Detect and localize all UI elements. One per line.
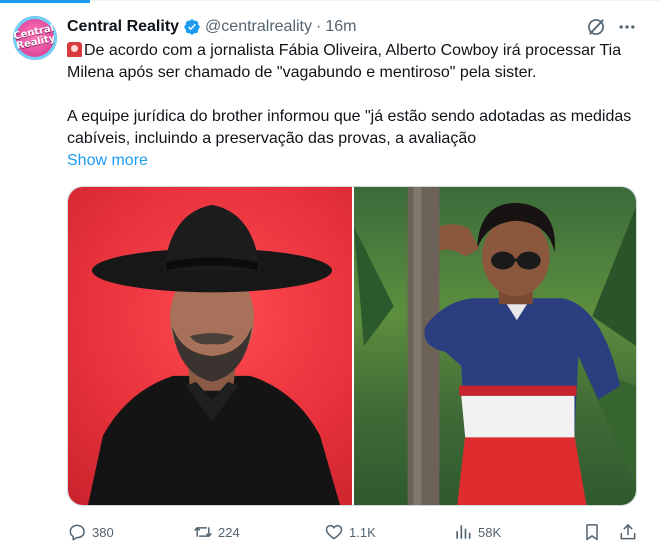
timestamp[interactable]: 16m (325, 18, 356, 36)
repost-icon (194, 527, 212, 537)
repost-button[interactable]: 224 (193, 519, 240, 545)
views-button[interactable]: 58K (453, 519, 501, 545)
views-count: 58K (478, 524, 502, 540)
reply-count: 380 (92, 524, 114, 540)
avatar[interactable]: Central Reality (13, 16, 57, 60)
verified-badge-icon[interactable] (183, 18, 201, 36)
display-name[interactable]: Central Reality (67, 18, 179, 36)
repost-count: 224 (218, 524, 240, 540)
tweet-header: Central Reality @centralreality · 16m (67, 16, 356, 38)
grok-icon[interactable] (586, 17, 606, 37)
more-options-icon[interactable] (616, 17, 638, 37)
bookmark-icon (586, 524, 598, 541)
photo-woman-illustration (354, 187, 636, 505)
like-button[interactable]: 1.1K (324, 519, 376, 545)
photo-man-illustration (88, 204, 340, 505)
reply-icon (69, 524, 85, 541)
reply-button[interactable]: 380 (67, 519, 114, 545)
share-icon (620, 524, 636, 540)
heart-icon (325, 524, 343, 540)
avatar-logo: Central Reality (13, 22, 57, 52)
share-button[interactable] (618, 519, 643, 545)
photo-woman-sunglasses[interactable] (354, 187, 636, 505)
show-more-link[interactable]: Show more (67, 152, 148, 170)
tweet-actions: 380 224 1.1K 58K (67, 519, 642, 545)
views-chart-icon (456, 525, 471, 539)
separator-dot: · (316, 18, 322, 35)
rotating-light-icon (67, 42, 82, 57)
bookmark-button[interactable] (582, 519, 607, 545)
top-divider (0, 0, 660, 1)
handle[interactable]: @centralreality (205, 18, 312, 36)
like-count: 1.1K (349, 524, 376, 540)
photo-man-cowboy-hat[interactable] (68, 187, 352, 505)
tweet-text-paragraph-2: A equipe jurídica do brother informou qu… (67, 108, 632, 147)
top-accent-bar (0, 0, 90, 3)
tweet-text-1: De acordo com a jornalista Fábia Oliveir… (67, 42, 622, 81)
tweet-text-paragraph-1: De acordo com a jornalista Fábia Oliveir… (67, 40, 647, 84)
media-grid (67, 186, 637, 506)
